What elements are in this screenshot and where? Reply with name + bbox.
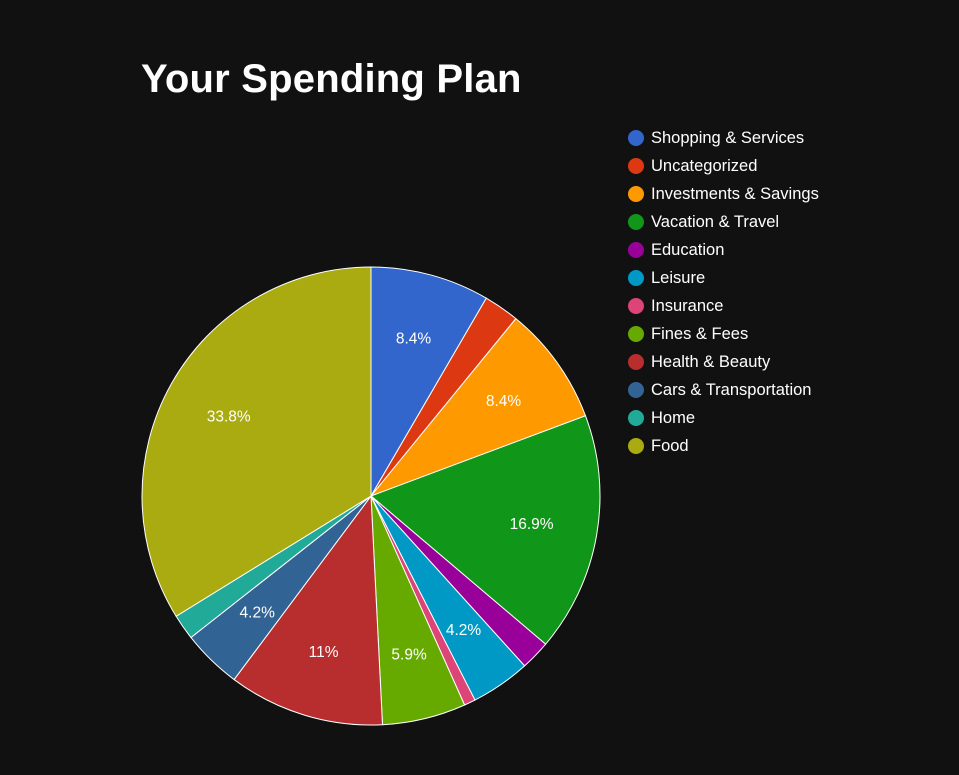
slice-label-cars-and-transportation: 4.2% — [240, 605, 276, 622]
chart-legend: Shopping & Services Uncategorized Investme… — [628, 124, 819, 460]
legend-swatch — [628, 326, 644, 342]
legend-item-shopping-and-services[interactable]: Shopping & Services — [628, 124, 819, 152]
legend-label: Uncategorized — [651, 156, 758, 175]
legend-label: Shopping & Services — [651, 128, 805, 147]
legend-swatch — [628, 242, 644, 258]
legend-item-food[interactable]: Food — [628, 432, 819, 460]
pie-slices — [141, 266, 601, 726]
legend-label: Education — [651, 240, 725, 259]
legend-item-vacation-and-travel[interactable]: Vacation & Travel — [628, 208, 819, 236]
legend-item-education[interactable]: Education — [628, 236, 819, 264]
legend-label: Investments & Savings — [651, 184, 819, 203]
legend-swatch — [628, 410, 644, 426]
legend-item-leisure[interactable]: Leisure — [628, 264, 819, 292]
slice-label-fines-and-fees: 5.9% — [391, 647, 427, 664]
slice-label-food: 33.8% — [207, 409, 251, 426]
legend-swatch — [628, 158, 644, 174]
legend-label: Cars & Transportation — [651, 380, 812, 399]
legend-swatch — [628, 354, 644, 370]
legend-swatch — [628, 270, 644, 286]
legend-swatch — [628, 382, 644, 398]
slice-label-investments-and-savings: 8.4% — [486, 393, 522, 410]
slice-label-health-and-beauty: 11% — [309, 644, 339, 661]
legend-swatch — [628, 214, 644, 230]
slice-label-shopping-and-services: 8.4% — [396, 331, 432, 348]
legend-item-health-and-beauty[interactable]: Health & Beauty — [628, 348, 819, 376]
legend-item-investments-and-savings[interactable]: Investments & Savings — [628, 180, 819, 208]
legend-swatch — [628, 186, 644, 202]
legend-label: Food — [651, 436, 689, 455]
legend-label: Vacation & Travel — [651, 212, 780, 231]
legend-item-cars-and-transportation[interactable]: Cars & Transportation — [628, 376, 819, 404]
legend-item-uncategorized[interactable]: Uncategorized — [628, 152, 819, 180]
legend-item-home[interactable]: Home — [628, 404, 819, 432]
legend-label: Leisure — [651, 268, 706, 287]
legend-swatch — [628, 130, 644, 146]
slice-label-leisure: 4.2% — [446, 622, 482, 639]
legend-item-fines-and-fees[interactable]: Fines & Fees — [628, 320, 819, 348]
legend-label: Home — [651, 408, 696, 427]
legend-swatch — [628, 438, 644, 454]
legend-swatch — [628, 298, 644, 314]
legend-label: Fines & Fees — [651, 324, 749, 343]
slice-label-vacation-and-travel: 16.9% — [510, 516, 554, 533]
legend-item-insurance[interactable]: Insurance — [628, 292, 819, 320]
legend-label: Insurance — [651, 296, 724, 315]
legend-label: Health & Beauty — [651, 352, 771, 371]
